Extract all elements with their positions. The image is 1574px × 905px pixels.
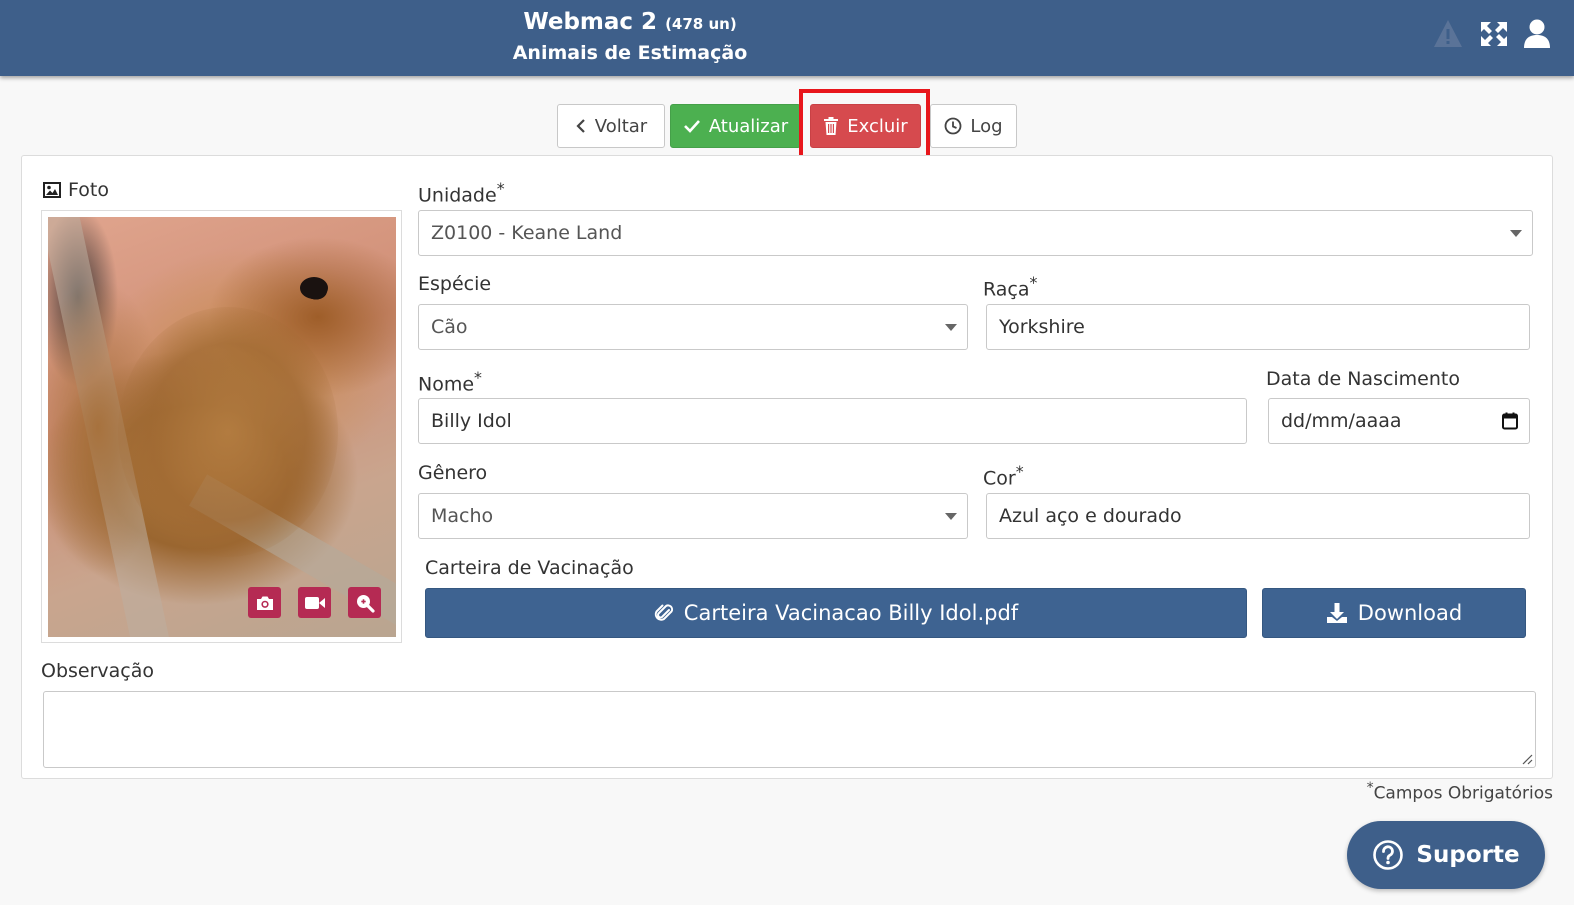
image-icon: [43, 182, 61, 198]
required-note-text: Campos Obrigatórios: [1373, 783, 1553, 804]
photo-label: Foto: [43, 179, 109, 201]
birth-date-input[interactable]: dd/mm/aaaa: [1268, 398, 1530, 444]
back-button-label: Voltar: [594, 115, 648, 137]
notes-textarea[interactable]: [43, 691, 1536, 768]
vaccination-file-button[interactable]: Carteira Vacinacao Billy Idol.pdf: [425, 588, 1247, 638]
breed-label-text: Raça: [983, 278, 1030, 301]
unit-label: Unidade*: [418, 179, 505, 206]
video-camera-icon: [304, 596, 325, 609]
color-label: Cor*: [983, 462, 1024, 489]
color-input[interactable]: Azul aço e dourado: [986, 493, 1530, 539]
gender-label: Gênero: [418, 462, 488, 484]
warning-icon[interactable]: [1432, 16, 1464, 52]
unit-select[interactable]: Z0100 - Keane Land: [418, 210, 1533, 256]
color-input-value: Azul aço e dourado: [999, 505, 1182, 527]
calendar-icon[interactable]: [1502, 412, 1518, 430]
record-count: (478 un): [665, 15, 737, 33]
zoom-in-icon: [356, 594, 375, 613]
download-button-label: Download: [1357, 601, 1463, 625]
log-button[interactable]: Log: [930, 104, 1017, 148]
unit-label-text: Unidade: [418, 184, 497, 207]
check-icon: [683, 120, 700, 133]
dog-nose: [300, 277, 328, 299]
species-label: Espécie: [418, 273, 492, 295]
chevron-down-icon: [945, 324, 957, 331]
app-header: Webmac 2 (478 un) Animais de Estimação: [0, 0, 1574, 76]
required-fields-note: *Campos Obrigatórios: [1367, 780, 1553, 804]
name-input-value: Billy Idol: [431, 410, 512, 432]
update-button[interactable]: Atualizar: [670, 104, 801, 148]
log-button-label: Log: [970, 115, 1003, 137]
pet-photo: [48, 217, 396, 637]
help-icon: [1373, 840, 1404, 870]
chevron-down-icon: [945, 513, 957, 520]
vaccination-file-name: Carteira Vacinacao Billy Idol.pdf: [683, 601, 1019, 625]
chevron-left-icon: [576, 119, 585, 133]
fullscreen-icon[interactable]: [1478, 16, 1510, 52]
birth-date-placeholder: dd/mm/aaaa: [1281, 410, 1402, 432]
zoom-button[interactable]: [348, 587, 381, 618]
vaccination-label: Carteira de Vacinação: [425, 557, 634, 579]
name-label-text: Nome: [418, 373, 475, 396]
species-select[interactable]: Cão: [418, 304, 968, 350]
camera-button[interactable]: [248, 587, 281, 618]
required-marker: *: [474, 368, 482, 387]
video-button[interactable]: [298, 587, 331, 618]
gender-select[interactable]: Macho: [418, 493, 968, 539]
camera-icon: [256, 596, 273, 610]
required-marker: *: [1015, 462, 1024, 481]
header-title: Webmac 2 (478 un) Animais de Estimação: [430, 6, 830, 66]
unit-select-value: Z0100 - Keane Land: [431, 222, 623, 244]
required-marker: *: [496, 179, 505, 198]
name-input[interactable]: Billy Idol: [418, 398, 1247, 444]
required-marker: *: [1029, 273, 1038, 292]
breed-input-value: Yorkshire: [999, 316, 1085, 338]
paperclip-icon: [654, 604, 673, 621]
photo-label-text: Foto: [68, 179, 109, 201]
download-icon: [1326, 603, 1347, 623]
chevron-down-icon: [1510, 230, 1522, 237]
delete-button-highlight: [799, 89, 930, 162]
species-select-value: Cão: [431, 316, 468, 338]
download-button[interactable]: Download: [1262, 588, 1526, 638]
user-icon[interactable]: [1521, 16, 1553, 52]
support-button-label: Suporte: [1416, 842, 1520, 868]
notes-label: Observação: [41, 660, 155, 682]
color-label-text: Cor: [983, 467, 1016, 490]
birth-date-label: Data de Nascimento: [1266, 368, 1460, 390]
required-marker: *: [1366, 780, 1374, 796]
update-button-label: Atualizar: [708, 115, 789, 137]
clock-icon: [945, 117, 962, 135]
resize-handle-icon[interactable]: [1521, 753, 1533, 765]
back-button[interactable]: Voltar: [557, 104, 665, 148]
gender-select-value: Macho: [431, 505, 494, 527]
dog-fur: [48, 277, 168, 577]
page-subtitle: Animais de Estimação: [512, 42, 748, 64]
breed-input[interactable]: Yorkshire: [986, 304, 1530, 350]
photo-frame: [41, 210, 402, 643]
support-button[interactable]: Suporte: [1347, 821, 1545, 889]
breed-label: Raça*: [983, 273, 1037, 300]
name-label: Nome*: [418, 368, 482, 395]
app-name: Webmac 2: [523, 9, 658, 35]
